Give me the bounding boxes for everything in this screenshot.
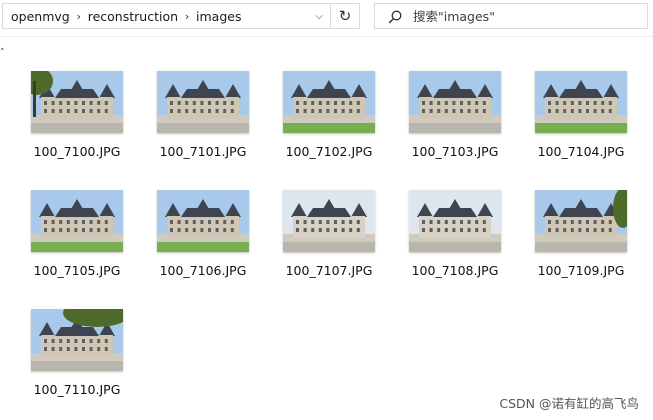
breadcrumb-item-images[interactable]: images [194,9,243,24]
file-item[interactable]: 100_7105.JPG [17,156,127,278]
file-name: 100_7110.JPG [33,382,121,397]
image-thumbnail[interactable] [283,71,375,133]
file-item[interactable]: 100_7110.JPG [17,275,127,397]
file-item[interactable]: 100_7104.JPG [521,37,631,159]
image-thumbnail[interactable] [535,71,627,133]
file-name: 100_7108.JPG [411,263,499,278]
breadcrumb: openmvg › reconstruction › images [9,4,243,28]
breadcrumb-item-openmvg[interactable]: openmvg [9,9,72,24]
address-bar[interactable]: openmvg › reconstruction › images ⌵ [2,3,331,29]
image-thumbnail[interactable] [31,190,123,252]
chevron-down-icon[interactable]: ⌵ [308,4,330,28]
file-item[interactable]: 100_7106.JPG [143,156,253,278]
breadcrumb-item-reconstruction[interactable]: reconstruction [86,9,180,24]
file-name: 100_7106.JPG [159,263,247,278]
chevron-right-icon[interactable]: › [72,10,86,23]
image-thumbnail[interactable] [283,190,375,252]
search-box[interactable] [374,3,648,29]
image-thumbnail[interactable] [535,190,627,252]
file-item[interactable]: 100_7109.JPG [521,156,631,278]
file-item[interactable]: 100_7103.JPG [395,37,505,159]
file-item[interactable]: 100_7107.JPG [269,156,379,278]
image-thumbnail[interactable] [31,309,123,371]
search-input[interactable] [413,6,638,26]
image-thumbnail[interactable] [409,71,501,133]
image-thumbnail[interactable] [31,71,123,133]
file-grid: 100_7100.JPG 100_7101.JPG 100_7102.JPG 100_… [0,37,653,420]
chevron-right-icon[interactable]: › [180,10,194,23]
refresh-icon: ↻ [338,7,352,25]
image-thumbnail[interactable] [409,190,501,252]
file-item[interactable]: 100_7108.JPG [395,156,505,278]
image-thumbnail[interactable] [157,71,249,133]
file-name: 100_7109.JPG [537,263,625,278]
image-thumbnail[interactable] [157,190,249,252]
file-item[interactable]: 100_7102.JPG [269,37,379,159]
file-item[interactable]: 100_7101.JPG [143,37,253,159]
refresh-button[interactable]: ↻ [331,3,360,29]
file-item[interactable]: 100_7100.JPG [17,37,127,159]
watermark: CSDN @诺有缸的高飞鸟 [499,396,639,411]
file-name: 100_7107.JPG [285,263,373,278]
toolbar: openmvg › reconstruction › images ⌵ ↻ [0,0,653,37]
search-icon [388,10,402,24]
